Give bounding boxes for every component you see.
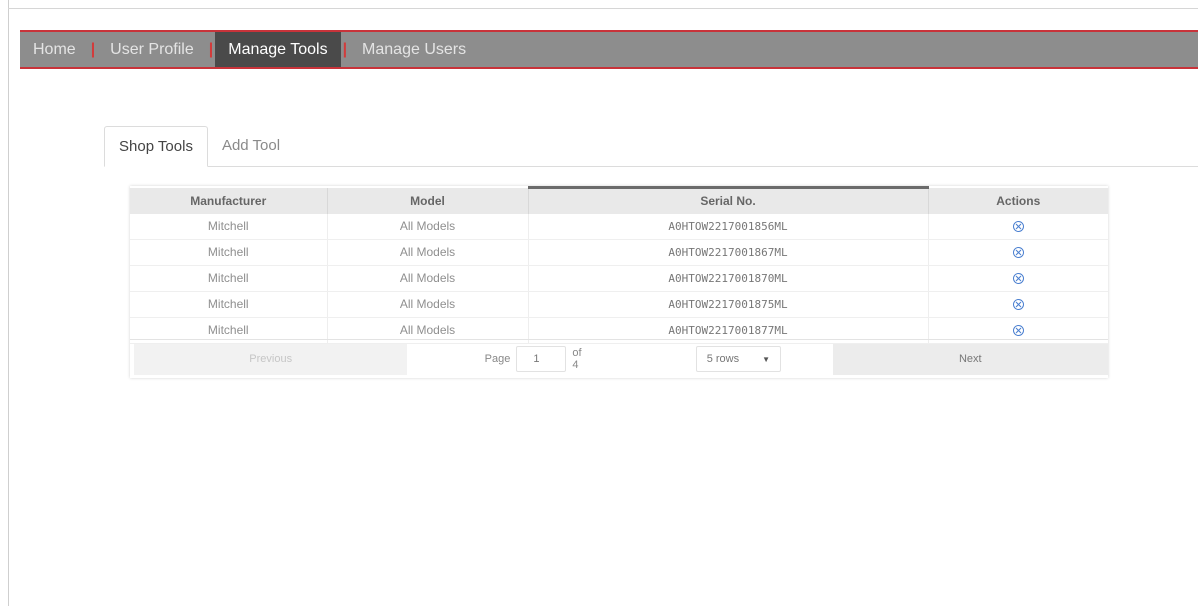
nav-manage-users[interactable]: Manage Users — [349, 32, 479, 67]
remove-icon[interactable] — [1012, 299, 1024, 311]
remove-icon[interactable] — [1012, 273, 1024, 285]
cell-manufacturer: Mitchell — [130, 213, 328, 240]
cell-serial: A0HTOW2217001856ML — [528, 213, 929, 240]
column-header-model[interactable]: Model — [327, 187, 529, 214]
column-header-manufacturer[interactable]: Manufacturer — [130, 187, 328, 214]
page-number-input[interactable] — [516, 346, 567, 372]
main-nav: Home | User Profile | Manage Tools | Man… — [20, 30, 1198, 69]
column-header-serial[interactable]: Serial No. — [528, 186, 929, 214]
window-border-left — [8, 0, 9, 606]
cell-serial: A0HTOW2217001875ML — [528, 291, 929, 318]
table-header-row: Manufacturer Model Serial No. Actions — [130, 186, 1108, 214]
cell-actions — [928, 291, 1108, 318]
cell-serial: A0HTOW2217001867ML — [528, 239, 929, 266]
cell-model: All Models — [327, 265, 529, 292]
rows-per-page-select[interactable]: 5 rows ▼ — [695, 346, 782, 372]
cell-model: All Models — [327, 291, 529, 318]
tab-shop-tools[interactable]: Shop Tools — [104, 126, 208, 167]
remove-icon[interactable] — [1012, 221, 1024, 233]
nav-separator: | — [208, 40, 214, 58]
nav-user-profile[interactable]: User Profile — [97, 32, 207, 67]
tools-table: Manufacturer Model Serial No. Actions Mi… — [130, 186, 1108, 344]
tab-add-tool[interactable]: Add Tool — [208, 126, 294, 165]
cell-model: All Models — [327, 213, 529, 240]
cell-manufacturer: Mitchell — [130, 291, 328, 318]
remove-icon[interactable] — [1012, 325, 1024, 337]
cell-actions — [928, 213, 1108, 240]
window-border-top — [8, 8, 1198, 9]
table-row: Mitchell All Models A0HTOW2217001875ML — [130, 291, 1108, 318]
pagination-bar: Previous Page of 4 5 rows ▼ Next — [130, 339, 1108, 378]
table-row: Mitchell All Models A0HTOW2217001870ML — [130, 265, 1108, 292]
column-header-actions[interactable]: Actions — [928, 187, 1108, 214]
tools-table-card: Manufacturer Model Serial No. Actions Mi… — [130, 186, 1108, 378]
cell-manufacturer: Mitchell — [130, 239, 328, 266]
nav-home[interactable]: Home — [20, 32, 89, 67]
cell-actions — [928, 239, 1108, 266]
nav-manage-tools[interactable]: Manage Tools — [215, 32, 341, 67]
tool-tabs: Shop Tools Add Tool — [104, 126, 1198, 167]
cell-manufacturer: Mitchell — [130, 265, 328, 292]
caret-down-icon: ▼ — [762, 354, 771, 364]
previous-button[interactable]: Previous — [134, 343, 408, 375]
nav-separator: | — [90, 40, 96, 58]
rows-per-page-value: 5 rows — [706, 353, 740, 365]
page-total-label: of 4 — [572, 347, 582, 371]
cell-actions — [928, 265, 1108, 292]
table-row: Mitchell All Models A0HTOW2217001867ML — [130, 239, 1108, 266]
table-row: Mitchell All Models A0HTOW2217001856ML — [130, 213, 1108, 240]
cell-model: All Models — [327, 239, 529, 266]
remove-icon[interactable] — [1012, 247, 1024, 259]
nav-separator: | — [342, 40, 348, 58]
next-button[interactable]: Next — [832, 343, 1108, 375]
page-label: Page — [484, 353, 511, 365]
page-info: Page of 4 — [485, 346, 590, 372]
cell-serial: A0HTOW2217001870ML — [528, 265, 929, 292]
